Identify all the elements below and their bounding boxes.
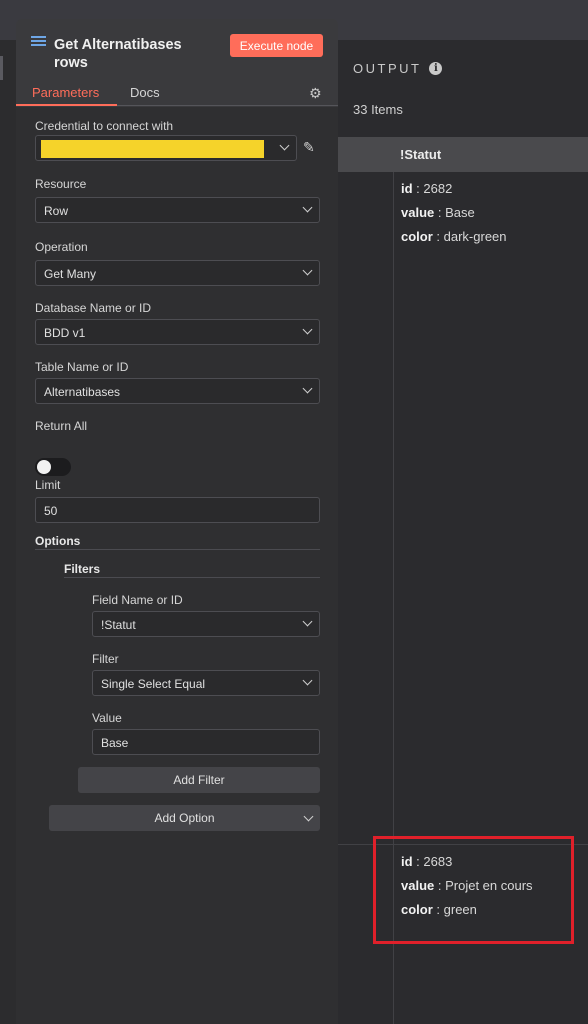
output-table-header: !Statut [338, 137, 588, 172]
filter-select[interactable]: Single Select Equal [92, 670, 320, 696]
chevron-down-icon [302, 383, 313, 394]
database-label: Database Name or ID [35, 301, 152, 315]
value-input[interactable]: Base [92, 729, 320, 755]
pencil-icon[interactable]: ✎ [303, 139, 315, 156]
output-title-text: OUTPUT [353, 61, 422, 76]
filter-value: Single Select Equal [101, 677, 206, 691]
column-header-statut: !Statut [400, 147, 442, 162]
operation-label: Operation [35, 240, 88, 254]
gear-icon[interactable]: ⚙ [309, 85, 322, 102]
operation-value: Get Many [44, 267, 97, 281]
output-title: OUTPUT i [353, 61, 443, 76]
tab-docs[interactable]: Docs [130, 85, 160, 100]
canvas-handle[interactable] [0, 56, 3, 80]
chevron-down-icon [279, 140, 290, 151]
resource-value: Row [44, 204, 69, 218]
table-label: Table Name or ID [35, 360, 129, 374]
field-name-value: !Statut [101, 618, 136, 632]
node-panel: Get Alternatibases rows Execute node Par… [16, 19, 338, 1024]
tab-parameters[interactable]: Parameters [32, 85, 99, 100]
limit-label: Limit [35, 478, 61, 492]
add-option-button[interactable]: Add Option [49, 805, 320, 831]
chevron-down-icon [302, 675, 313, 686]
credential-label: Credential to connect with [35, 119, 174, 133]
chevron-down-icon [302, 324, 313, 335]
cell-line-value: value : Base [401, 205, 475, 220]
parameters-body: Credential to connect with Resource Row … [16, 107, 338, 1024]
credential-select[interactable] [35, 135, 297, 161]
return-all-toggle[interactable] [35, 458, 71, 476]
output-panel: OUTPUT i 33 Items !Statut id : 2682 valu… [338, 40, 588, 1024]
return-all-label: Return All [35, 419, 88, 433]
filters-label: Filters [64, 562, 101, 576]
table-icon [31, 36, 46, 50]
filter-label: Filter [92, 652, 119, 666]
active-tab-indicator [16, 104, 117, 106]
execute-node-button[interactable]: Execute node [230, 34, 323, 57]
add-filter-button[interactable]: Add Filter [78, 767, 320, 793]
chevron-down-icon [303, 811, 314, 822]
chevron-down-icon [302, 616, 313, 627]
filters-divider [64, 577, 320, 578]
value-label: Value [92, 711, 122, 725]
output-item-count: 33 Items [353, 102, 403, 117]
toggle-knob [37, 460, 51, 474]
chevron-down-icon [302, 202, 313, 213]
database-select[interactable]: BDD v1 [35, 319, 320, 345]
options-divider [35, 549, 320, 550]
credential-redacted [41, 140, 264, 158]
field-name-label: Field Name or ID [92, 593, 183, 607]
table-row: id : 2682 value : Base color : dark-gree… [401, 177, 507, 249]
table-value: Alternatibases [44, 385, 121, 399]
tab-bar: Parameters Docs [16, 81, 338, 106]
add-option-label: Add Option [154, 811, 215, 825]
resource-label: Resource [35, 177, 87, 191]
limit-input[interactable]: 50 [35, 497, 320, 523]
chevron-down-icon [302, 265, 313, 276]
info-icon[interactable]: i [429, 62, 443, 75]
cell-line-id: id : 2682 [401, 181, 453, 196]
options-label: Options [35, 534, 81, 548]
highlight-box [373, 836, 574, 944]
operation-select[interactable]: Get Many [35, 260, 320, 286]
table-select[interactable]: Alternatibases [35, 378, 320, 404]
resource-select[interactable]: Row [35, 197, 320, 223]
node-title[interactable]: Get Alternatibases rows [54, 36, 214, 72]
field-name-select[interactable]: !Statut [92, 611, 320, 637]
database-value: BDD v1 [44, 326, 86, 340]
canvas-left-strip [0, 40, 16, 1024]
cell-line-color: color : dark-green [401, 229, 507, 244]
